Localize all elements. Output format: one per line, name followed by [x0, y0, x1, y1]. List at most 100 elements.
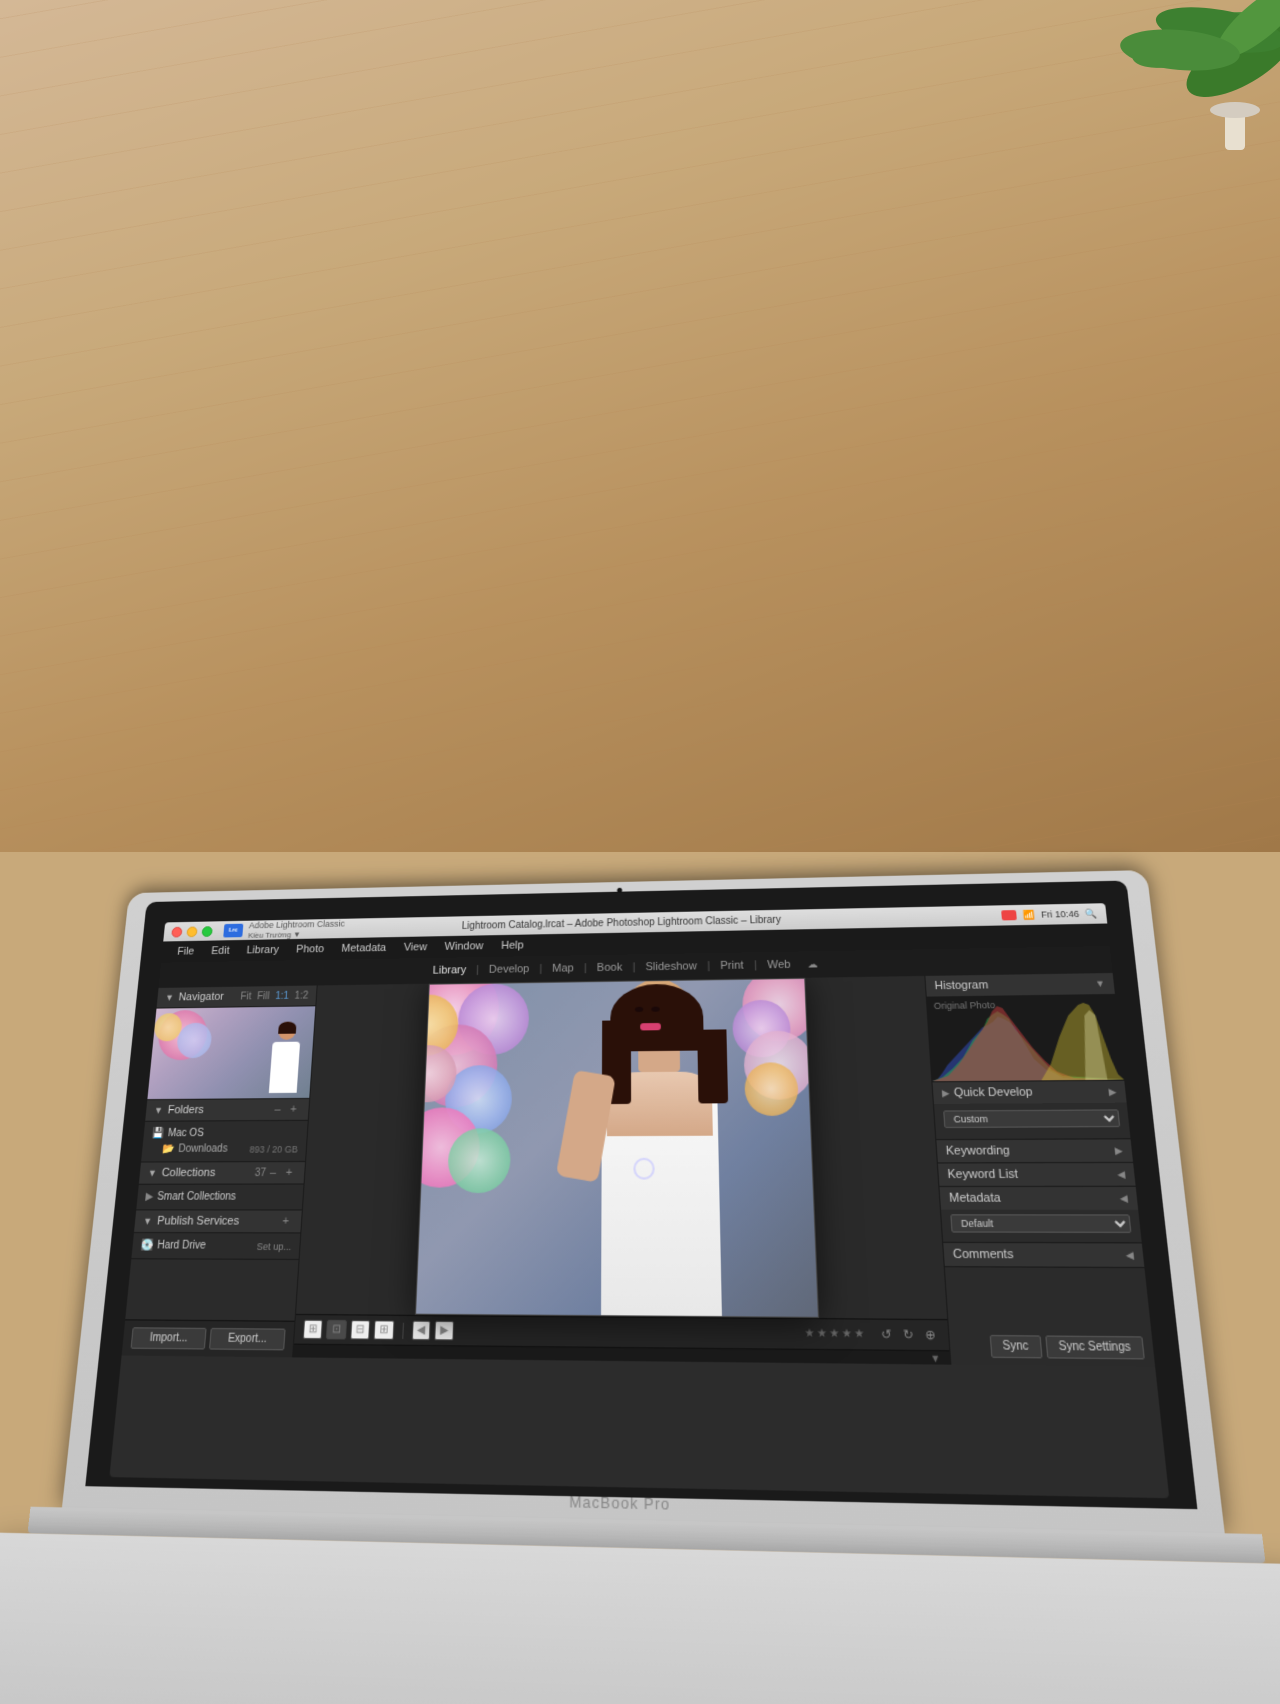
wifi-icon: 📶: [1022, 909, 1035, 920]
module-map[interactable]: Map: [546, 962, 580, 975]
metadata-header[interactable]: Metadata ◀: [940, 1187, 1139, 1210]
filmstrip-arrow-down[interactable]: ▼: [930, 1352, 941, 1364]
qd-preset-row: Custom Default: [943, 1109, 1120, 1128]
macbook-lid: Lrc Adobe Lightroom ClassicKiều Trường ▼…: [62, 870, 1225, 1536]
publish-add-btn[interactable]: +: [278, 1215, 293, 1228]
folder-count-downloads: 893 / 20 GB: [249, 1143, 298, 1154]
hard-drive-name: Hard Drive: [157, 1240, 258, 1252]
view-grid-btn[interactable]: ⊞: [303, 1320, 324, 1340]
zoom-fit[interactable]: Fit: [240, 991, 252, 1002]
menu-library[interactable]: Library: [238, 942, 287, 958]
folders-content: 💾 Mac OS 📂 Downloads 893 / 20 GB: [141, 1121, 308, 1162]
screen-bezel: Lrc Adobe Lightroom ClassicKiều Trường ▼…: [85, 881, 1197, 1510]
publish-arrow: ▼: [143, 1216, 153, 1227]
module-slideshow[interactable]: Slideshow: [639, 960, 703, 973]
module-book[interactable]: Book: [591, 961, 629, 974]
sync-button[interactable]: Sync: [989, 1335, 1042, 1358]
folder-downloads[interactable]: 📂 Downloads 893 / 20 GB: [142, 1141, 307, 1157]
collections-section: ▼ Collections 37 – +: [136, 1162, 305, 1210]
zoom-fill[interactable]: Fill: [257, 991, 270, 1002]
histogram-original-label: Original Photo: [933, 1000, 995, 1011]
search-menu-icon: 🔍: [1085, 908, 1098, 919]
sync-settings-button[interactable]: Sync Settings: [1045, 1335, 1145, 1359]
module-library[interactable]: Library: [427, 964, 473, 977]
collections-add-remove: – +: [265, 1166, 296, 1179]
folder-add-btn[interactable]: +: [286, 1103, 301, 1116]
maximize-button[interactable]: [201, 926, 212, 937]
view-survey-btn[interactable]: ⊞: [374, 1320, 394, 1340]
comments-header[interactable]: Comments ◀: [943, 1243, 1144, 1267]
metadata-arrow: ◀: [1119, 1192, 1128, 1205]
toolbar-divider: [402, 1322, 404, 1338]
collections-header[interactable]: ▼ Collections 37 – +: [139, 1162, 305, 1185]
filmstrip-toggle-right[interactable]: ▶: [434, 1321, 454, 1341]
navigator-preview: [147, 1006, 315, 1099]
zoom-slider-btn[interactable]: ⊕: [925, 1327, 937, 1343]
quick-develop-arrow: ▶: [1108, 1086, 1117, 1098]
navigator-header[interactable]: ▼ Navigator Fit Fill 1:1 1:2: [156, 985, 316, 1008]
view-loupe-btn[interactable]: ⊡: [326, 1320, 346, 1340]
histogram-header[interactable]: Histogram ▼: [925, 973, 1115, 997]
rotate-left-btn[interactable]: ↺: [881, 1327, 892, 1343]
plant-decoration: [1000, 0, 1280, 200]
smart-collections-item[interactable]: ▶ Smart Collections: [137, 1189, 303, 1205]
folder-remove-btn[interactable]: –: [270, 1103, 285, 1116]
module-web[interactable]: Web: [761, 959, 797, 972]
zoom-1to2[interactable]: 1:2: [294, 990, 308, 1001]
collections-content: ▶ Smart Collections: [136, 1185, 303, 1210]
module-print[interactable]: Print: [714, 959, 750, 972]
publish-title: Publish Services: [156, 1215, 279, 1228]
keywording-header[interactable]: Keywording ▶: [936, 1139, 1133, 1162]
menu-window[interactable]: Window: [436, 938, 491, 955]
zoom-1to1[interactable]: 1:1: [275, 990, 289, 1001]
menu-metadata[interactable]: Metadata: [333, 940, 394, 957]
metadata-preset-select[interactable]: Default: [950, 1214, 1131, 1233]
minimize-button[interactable]: [186, 926, 197, 937]
toolbar-spacer: [458, 1331, 791, 1334]
menu-help[interactable]: Help: [493, 937, 532, 953]
menu-view[interactable]: View: [396, 939, 436, 955]
star-4[interactable]: ★: [841, 1328, 852, 1341]
histogram-title: Histogram: [934, 977, 1096, 992]
preset-select[interactable]: Custom Default: [943, 1109, 1120, 1128]
clock: Fri 10:46: [1041, 909, 1080, 920]
left-panel-spacer: [125, 1259, 298, 1320]
menu-file[interactable]: File: [169, 944, 202, 960]
collection-remove-btn[interactable]: –: [265, 1166, 280, 1179]
comments-section: Comments ◀: [943, 1243, 1144, 1268]
filmstrip-toggle-left[interactable]: ◀: [411, 1321, 431, 1341]
star-2[interactable]: ★: [817, 1327, 828, 1340]
drive-icon: 💾: [151, 1128, 164, 1140]
quick-develop-header[interactable]: ▶ Quick Develop ▶: [932, 1081, 1126, 1104]
view-compare-btn[interactable]: ⊟: [350, 1320, 370, 1340]
set-up-text[interactable]: Set up...: [256, 1241, 291, 1252]
rotate-right-btn[interactable]: ↻: [903, 1327, 914, 1343]
keyword-list-arrow: ◀: [1117, 1168, 1126, 1181]
module-develop[interactable]: Develop: [483, 963, 536, 976]
identity-plate-icon: ☁: [807, 959, 818, 970]
quick-develop-content: Custom Default: [934, 1103, 1131, 1139]
folders-header[interactable]: ▼ Folders – +: [145, 1099, 309, 1122]
publish-header[interactable]: ▼ Publish Services +: [134, 1210, 302, 1233]
star-5[interactable]: ★: [854, 1328, 865, 1341]
keywording-title: Keywording: [945, 1144, 1115, 1158]
folder-macos[interactable]: 💾 Mac OS: [143, 1125, 307, 1142]
metadata-preset-row: Default: [950, 1214, 1131, 1233]
collections-count: 37: [254, 1167, 266, 1179]
histogram-display: Original Photo: [927, 994, 1124, 1081]
collection-add-btn[interactable]: +: [282, 1166, 297, 1179]
menu-bar-right: 📶 Fri 10:46 🔍: [1001, 908, 1098, 921]
menu-photo[interactable]: Photo: [288, 941, 332, 957]
export-button[interactable]: Export...: [209, 1328, 286, 1350]
import-button[interactable]: Import...: [131, 1327, 207, 1349]
menu-edit[interactable]: Edit: [203, 943, 238, 959]
star-3[interactable]: ★: [829, 1328, 840, 1341]
navigator-title: Navigator: [178, 991, 241, 1004]
keyword-list-header[interactable]: Keyword List ◀: [938, 1163, 1136, 1186]
hard-drive-service[interactable]: 💽 Hard Drive Set up...: [132, 1237, 300, 1254]
histogram-section: Histogram ▼: [925, 973, 1124, 1082]
star-1[interactable]: ★: [804, 1327, 815, 1340]
screen: Lrc Adobe Lightroom ClassicKiều Trường ▼…: [109, 903, 1169, 1498]
quick-develop-expand: ▶: [942, 1087, 950, 1099]
close-button[interactable]: [171, 926, 182, 937]
